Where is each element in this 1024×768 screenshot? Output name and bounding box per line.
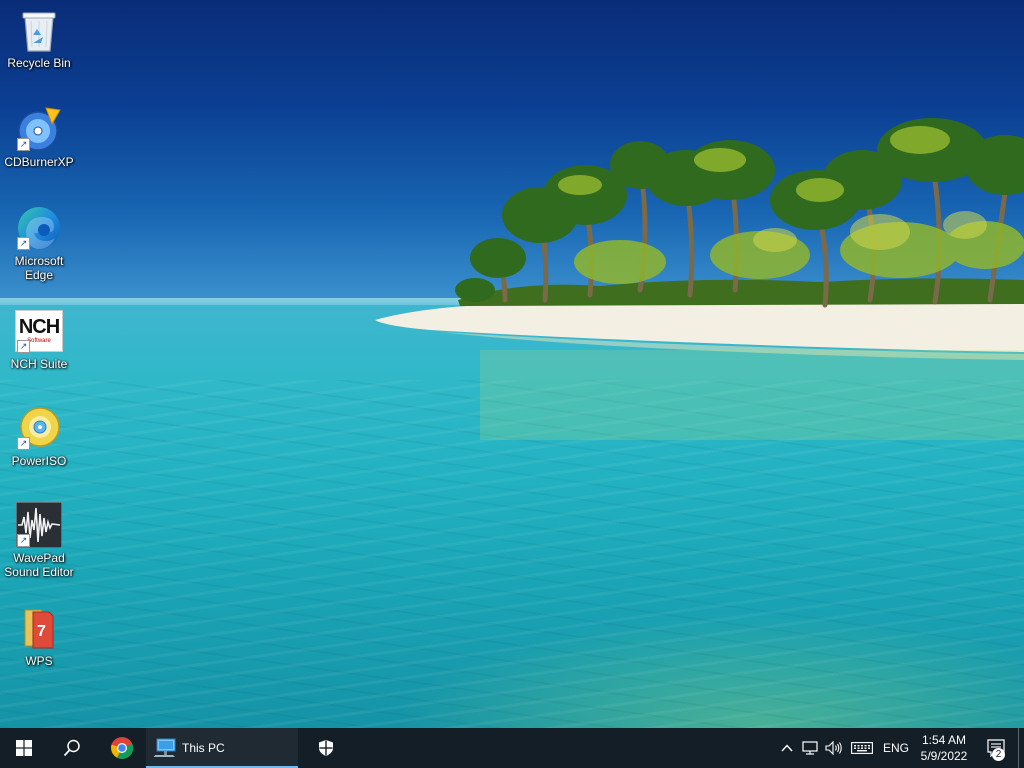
desktop-icon-label: CDBurnerXP [4,155,74,169]
shortcut-arrow-icon: ↗ [17,534,30,547]
windows-logo-icon [16,740,32,756]
desktop-icon-label: Microsoft Edge [14,254,64,282]
this-pc-icon [154,738,176,757]
taskbar-this-pc-button[interactable]: This PC [146,728,298,768]
taskbar-security-button[interactable] [298,728,354,768]
network-button[interactable] [798,728,822,768]
wallpaper-island [375,118,1024,440]
system-tray: ENG 1:54 AM 5/9/2022 2 [776,728,1024,768]
svg-text:7: 7 [37,623,46,640]
desktop-icon-label: WavePad Sound Editor [4,551,74,579]
desktop-icon-label: PowerISO [11,454,67,468]
nch-suite-icon: NCH Software ↗ [15,307,63,355]
clock-button[interactable]: 1:54 AM 5/9/2022 [914,728,974,768]
volume-icon [825,741,842,755]
taskbar: This PC ENG 1:54 AM 5/9/2022 2 [0,728,1024,768]
action-center-button[interactable]: 2 [974,728,1018,768]
edge-icon: ↗ [15,204,63,252]
search-button[interactable] [48,728,96,768]
desktop-icon-microsoft-edge[interactable]: ↗ Microsoft Edge [1,204,77,282]
keyboard-icon [851,742,873,754]
taskbar-chrome-button[interactable] [98,728,146,768]
recycle-bin-icon [15,6,63,54]
network-icon [802,741,818,755]
shield-icon [319,740,333,756]
desktop-wallpaper [0,0,1024,728]
show-desktop-button[interactable] [1018,728,1024,768]
cdburnerxp-icon: ↗ [15,105,63,153]
desktop-icon-poweriso[interactable]: ↗ PowerISO [1,404,77,468]
volume-button[interactable] [822,728,846,768]
desktop-icon-label: Recycle Bin [7,56,71,70]
shortcut-arrow-icon: ↗ [17,340,30,353]
input-language-button[interactable]: ENG [878,728,914,768]
desktop-icon-cdburnerxp[interactable]: ↗ CDBurnerXP [1,105,77,169]
desktop-icon-label: WPS [25,654,53,668]
taskbar-app-label: This PC [182,741,225,755]
start-button[interactable] [0,728,48,768]
shortcut-arrow-icon: ↗ [17,437,30,450]
wavepad-icon: ↗ [15,501,63,549]
clock-time: 1:54 AM [921,733,967,747]
touch-keyboard-button[interactable] [846,728,878,768]
nch-logo-subtext: Software [27,338,51,344]
desktop-icon-wps[interactable]: 7 WPS [1,604,77,668]
shortcut-arrow-icon: ↗ [17,138,30,151]
shortcut-arrow-icon: ↗ [17,237,30,250]
desktop-icon-recycle-bin[interactable]: Recycle Bin [1,6,77,70]
desktop-icon-wavepad[interactable]: ↗ WavePad Sound Editor [1,501,77,579]
desktop-icon-label: NCH Suite [10,357,68,371]
show-hidden-icons-button[interactable] [776,728,798,768]
notification-count-badge: 2 [992,748,1005,761]
nch-logo-text: NCH [18,316,60,338]
search-icon [63,739,80,757]
clock-date: 5/9/2022 [920,749,968,763]
desktop-icon-nch-suite[interactable]: NCH Software ↗ NCH Suite [1,307,77,371]
chrome-icon [111,737,134,759]
poweriso-icon: ↗ [15,404,63,452]
chevron-up-icon [781,744,793,752]
wps-icon: 7 [15,604,63,652]
